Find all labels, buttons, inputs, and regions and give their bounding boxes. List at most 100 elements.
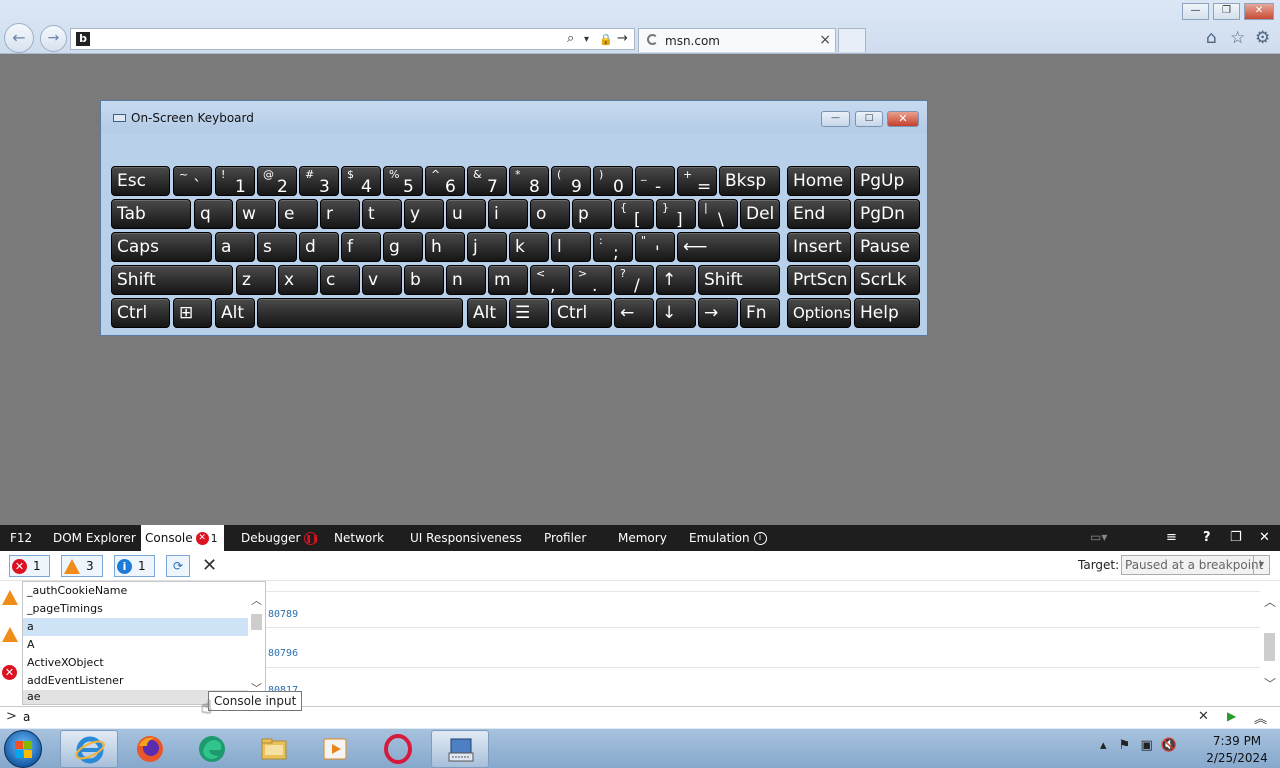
autocomplete-item[interactable]: addEventListener: [23, 672, 249, 690]
osk-key-end[interactable]: End: [787, 199, 851, 229]
scroll-down-icon[interactable]: ﹀: [1264, 675, 1276, 692]
log-value[interactable]: 80789: [268, 609, 298, 620]
osk-key-lbracket[interactable]: {[: [614, 199, 654, 229]
osk-key-rctrl[interactable]: Ctrl: [551, 298, 612, 328]
tab-ui-responsiveness[interactable]: UI Responsiveness: [406, 525, 526, 551]
scroll-up-icon[interactable]: ︿: [251, 592, 262, 608]
forward-button[interactable]: →: [40, 25, 67, 52]
osk-key-e[interactable]: e: [278, 199, 318, 229]
target-select[interactable]: Paused at a breakpoint ▾: [1121, 555, 1270, 575]
osk-key-u[interactable]: u: [446, 199, 486, 229]
osk-key-v[interactable]: v: [362, 265, 402, 295]
undock-icon[interactable]: ❐: [1230, 530, 1242, 545]
osk-key-x[interactable]: x: [278, 265, 318, 295]
start-button[interactable]: [4, 730, 42, 768]
osk-key-2[interactable]: @2: [257, 166, 297, 196]
osk-key-esc[interactable]: Esc: [111, 166, 170, 196]
warnings-filter-button[interactable]: 3: [61, 555, 103, 577]
volume-muted-icon[interactable]: 🔇: [1161, 738, 1177, 753]
osk-key-semicolon[interactable]: :;: [593, 232, 633, 262]
clear-input-icon[interactable]: ✕: [1198, 709, 1209, 724]
osk-minimize-button[interactable]: —: [821, 111, 850, 127]
osk-key-5[interactable]: % 5: [383, 166, 423, 196]
osk-key-tab[interactable]: Tab: [111, 199, 191, 229]
osk-key-up[interactable]: ↑: [656, 265, 696, 295]
osk-key-ralt[interactable]: Alt: [467, 298, 507, 328]
osk-key-slash[interactable]: ? /: [614, 265, 654, 295]
osk-maximize-button[interactable]: □: [855, 111, 883, 127]
osk-key-lctrl[interactable]: Ctrl: [111, 298, 170, 328]
console-toggle-icon[interactable]: ≡: [1166, 530, 1177, 545]
taskbar-opera[interactable]: [369, 730, 427, 768]
console-input-text[interactable]: a: [23, 710, 30, 724]
devtools-close-icon[interactable]: ✕: [1259, 530, 1270, 545]
back-button[interactable]: ←: [4, 23, 34, 53]
clock-date[interactable]: 2/25/2024: [1202, 751, 1272, 765]
network-icon[interactable]: ▣: [1140, 738, 1152, 753]
restore-button[interactable]: ❐: [1213, 3, 1240, 20]
action-center-flag-icon[interactable]: ⚑: [1119, 738, 1131, 753]
osk-key-1[interactable]: ! 1: [215, 166, 255, 196]
osk-key-backslash[interactable]: | \: [698, 199, 738, 229]
osk-key-quote[interactable]: " ': [635, 232, 675, 262]
osk-key-lalt[interactable]: Alt: [215, 298, 255, 328]
osk-key-help[interactable]: Help: [854, 298, 920, 328]
osk-key-8[interactable]: * 8: [509, 166, 549, 196]
remote-target-icon[interactable]: ▭▾: [1090, 530, 1107, 544]
osk-key-j[interactable]: j: [467, 232, 507, 262]
osk-key-i[interactable]: i: [488, 199, 528, 229]
scroll-thumb[interactable]: [251, 614, 262, 630]
osk-key-bksp[interactable]: Bksp: [719, 166, 780, 196]
osk-key-down[interactable]: ↓: [656, 298, 696, 328]
browser-tab[interactable]: msn.com ×: [638, 28, 836, 52]
osk-key-a[interactable]: a: [215, 232, 255, 262]
osk-key-caps[interactable]: Caps: [111, 232, 212, 262]
osk-key-scrlk[interactable]: ScrLk: [854, 265, 920, 295]
osk-title-bar[interactable]: On-Screen Keyboard — □ ✕: [101, 101, 927, 133]
osk-key-f[interactable]: f: [341, 232, 381, 262]
osk-key-enter[interactable]: ⟵: [677, 232, 780, 262]
autocomplete-item[interactable]: ActiveXObject: [23, 654, 249, 672]
expand-input-icon[interactable]: ︽: [1254, 708, 1267, 727]
osk-key-insert[interactable]: Insert: [787, 232, 851, 262]
osk-close-button[interactable]: ✕: [887, 111, 919, 127]
new-tab-button[interactable]: [838, 28, 866, 52]
search-icon[interactable]: ⌕: [567, 31, 574, 46]
errors-filter-button[interactable]: ✕ 1: [9, 555, 50, 577]
osk-key-p[interactable]: p: [572, 199, 612, 229]
search-dropdown-icon[interactable]: ▾: [584, 34, 589, 45]
go-icon[interactable]: →: [617, 31, 628, 46]
taskbar-internet-explorer[interactable]: [60, 730, 118, 768]
osk-key-9[interactable]: (9: [551, 166, 591, 196]
clear-console-icon[interactable]: ✕: [202, 555, 217, 576]
tab-emulation[interactable]: Emulation i: [685, 525, 771, 551]
osk-key-c[interactable]: c: [320, 265, 360, 295]
scroll-thumb[interactable]: [1264, 633, 1275, 661]
close-window-button[interactable]: ✕: [1244, 3, 1274, 20]
osk-key-0[interactable]: ) 0: [593, 166, 633, 196]
taskbar-on-screen-keyboard[interactable]: [431, 730, 489, 768]
autocomplete-item-selected[interactable]: a: [23, 618, 249, 636]
osk-key-w[interactable]: w: [236, 199, 276, 229]
osk-key-s[interactable]: s: [257, 232, 297, 262]
osk-key-left[interactable]: ←: [614, 298, 654, 328]
tab-console[interactable]: Console ✕ 1: [141, 525, 224, 551]
osk-key-7[interactable]: & 7: [467, 166, 507, 196]
osk-key-q[interactable]: q: [194, 199, 233, 229]
osk-key-comma[interactable]: <,: [530, 265, 570, 295]
osk-key-o[interactable]: o: [530, 199, 570, 229]
taskbar-firefox[interactable]: [121, 730, 179, 768]
osk-key-d[interactable]: d: [299, 232, 339, 262]
taskbar-edge[interactable]: [183, 730, 241, 768]
clock-time[interactable]: 7:39 PM: [1207, 734, 1267, 748]
tab-network[interactable]: Network: [330, 525, 388, 551]
osk-key-equals[interactable]: + =: [677, 166, 717, 196]
osk-key-rshift[interactable]: Shift: [698, 265, 780, 295]
tab-close-icon[interactable]: ×: [819, 32, 831, 48]
osk-key-r[interactable]: r: [320, 199, 360, 229]
osk-key-rbracket[interactable]: }]: [656, 199, 696, 229]
osk-key-b[interactable]: b: [404, 265, 444, 295]
osk-key-pgdn[interactable]: PgDn: [854, 199, 920, 229]
autocomplete-item[interactable]: _pageTimings: [23, 600, 249, 618]
run-icon[interactable]: ▶: [1227, 709, 1236, 723]
